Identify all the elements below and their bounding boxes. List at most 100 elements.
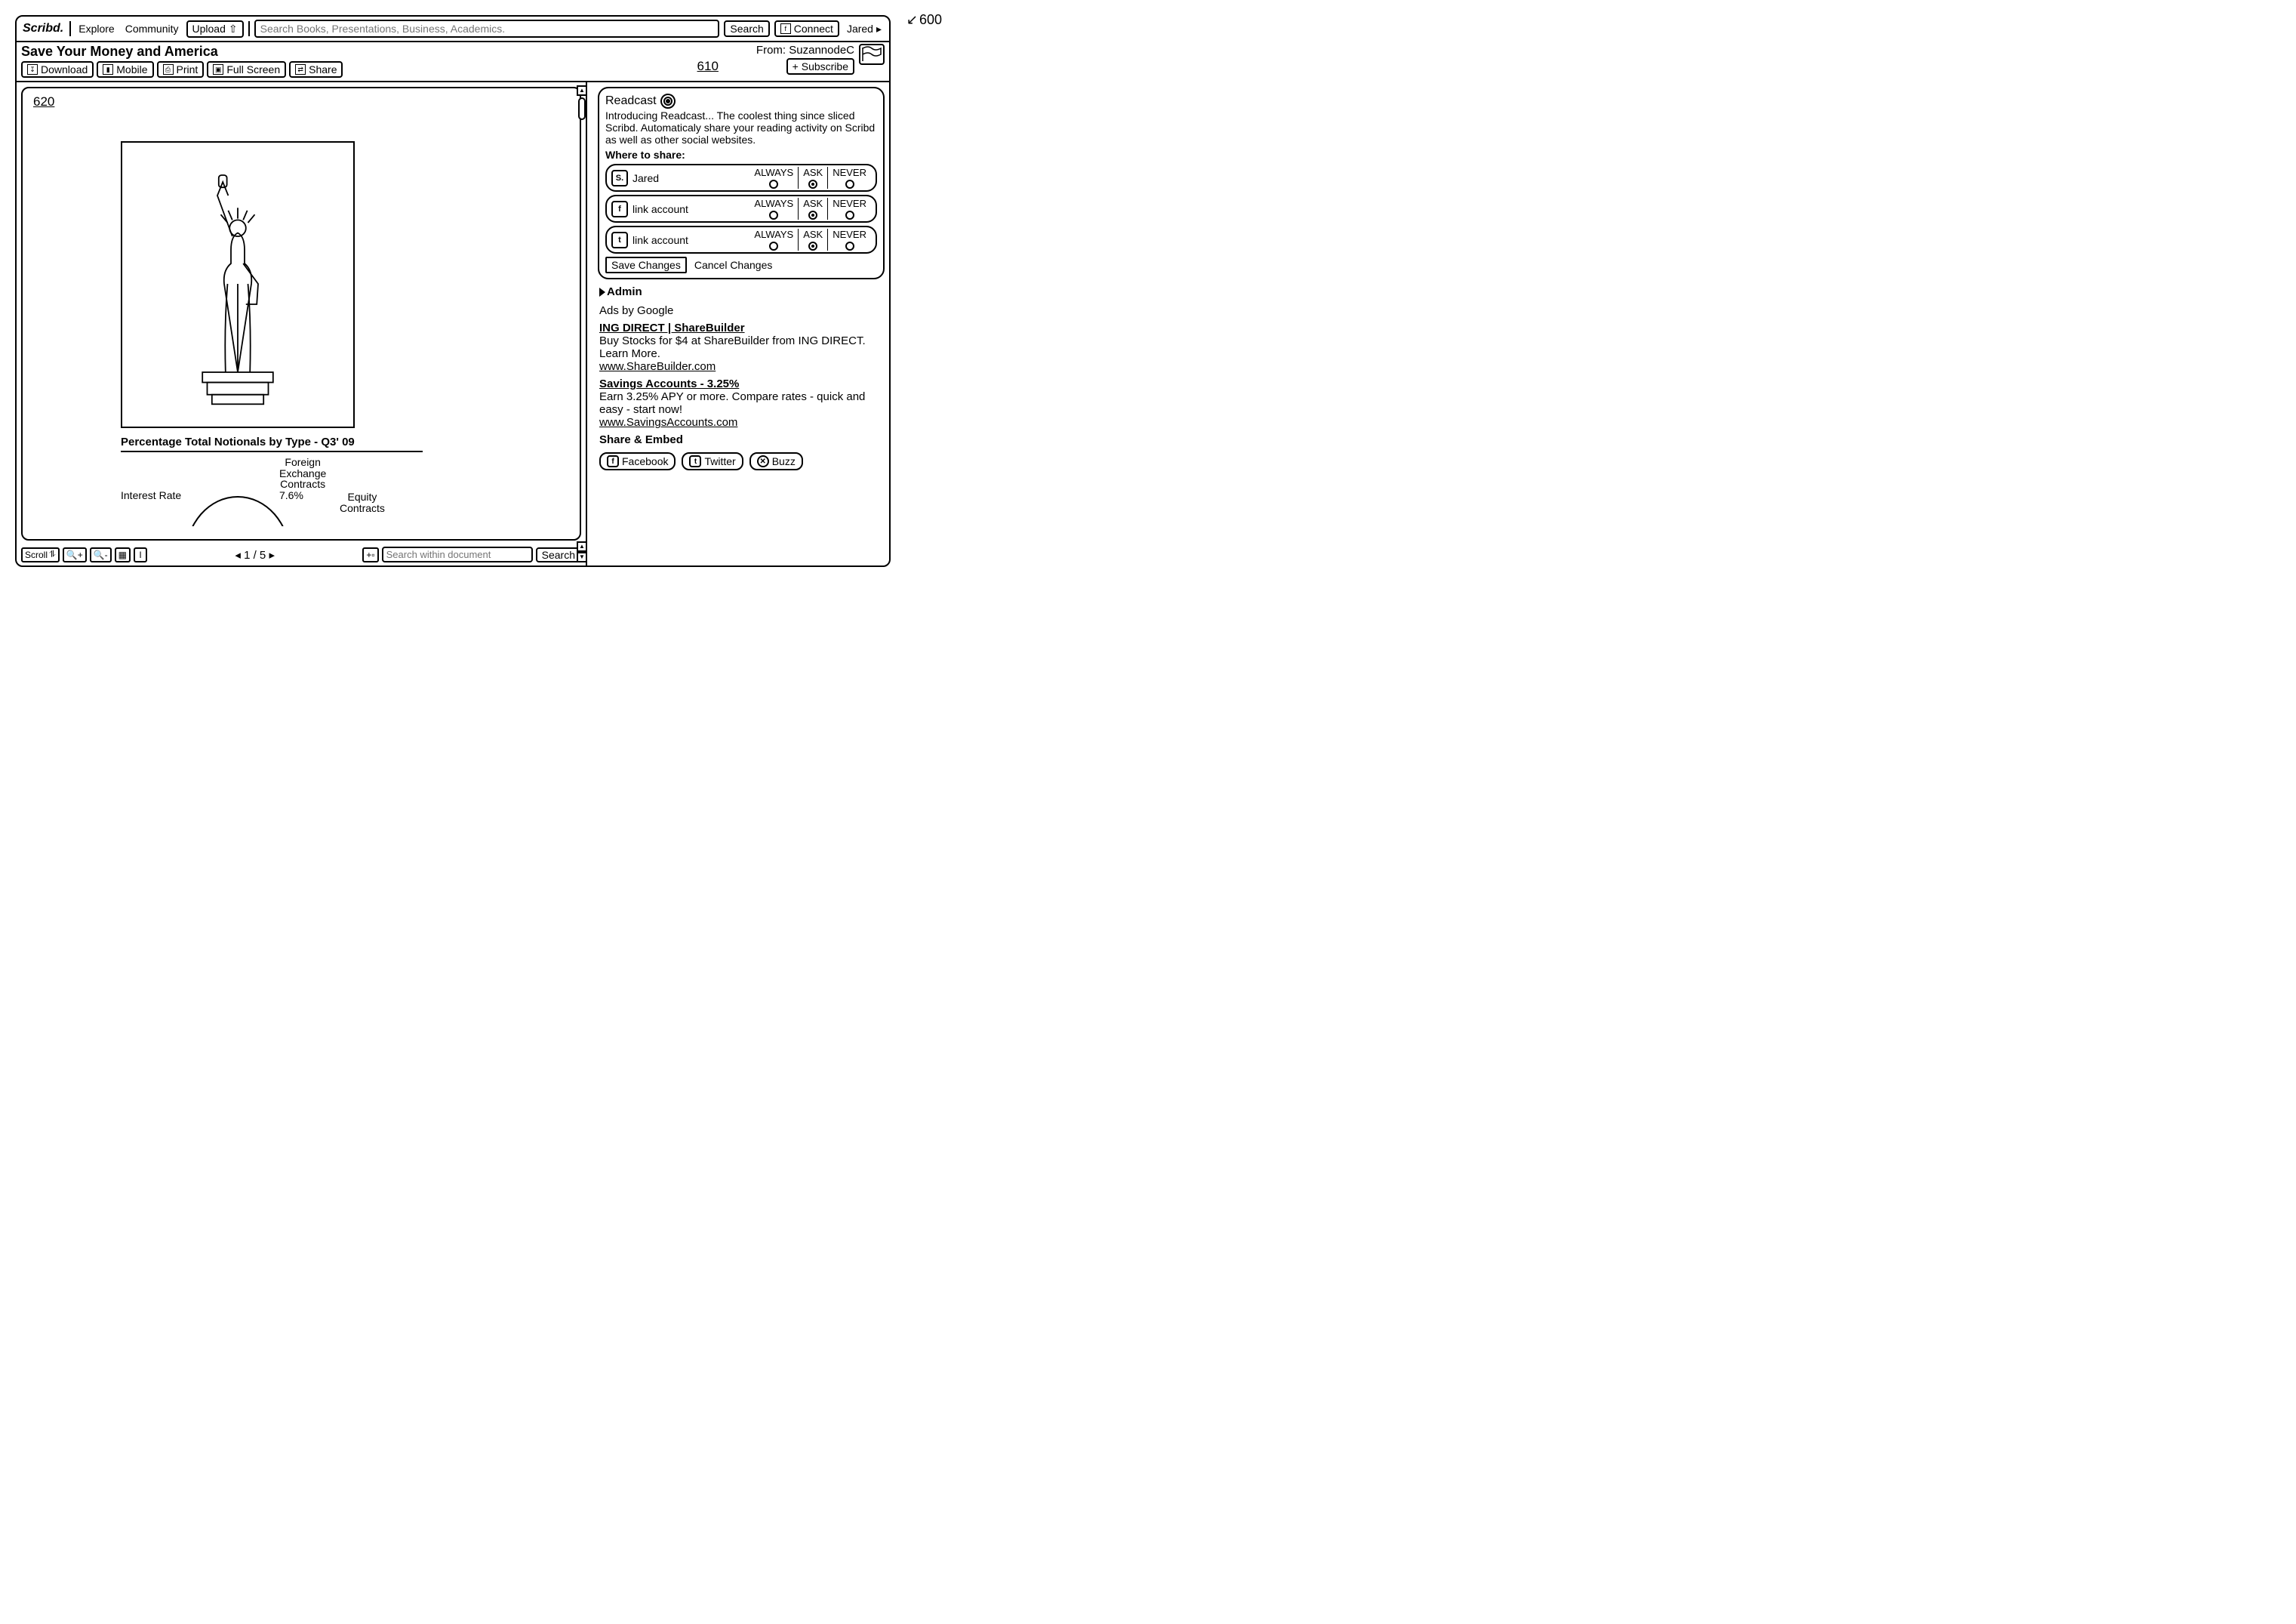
subscribe-button[interactable]: + Subscribe <box>786 58 854 75</box>
scroll-down-icon[interactable]: ▼ <box>577 552 587 562</box>
flag-icon[interactable] <box>859 44 885 65</box>
add-page-button[interactable]: +▫ <box>362 547 378 562</box>
dropdown-icon: ⥮ <box>49 549 56 560</box>
in-document-search-input[interactable] <box>382 547 533 562</box>
share-embed-buttons: fFacebook tTwitter ✕Buzz <box>599 452 883 470</box>
text-select-button[interactable]: I <box>134 547 147 562</box>
share-buzz-button[interactable]: ✕Buzz <box>749 452 803 470</box>
fullscreen-button[interactable]: ▣Full Screen <box>207 61 286 78</box>
ad1-title[interactable]: ING DIRECT | ShareBuilder <box>599 322 883 334</box>
share-icon: ⇄ <box>295 64 306 75</box>
share-row-label[interactable]: link account <box>632 234 688 246</box>
readcast-intro: Introducing Readcast... The coolest thin… <box>605 109 877 146</box>
nav-explore[interactable]: Explore <box>75 21 117 36</box>
download-icon: ↧ <box>27 64 38 75</box>
cancel-changes-link[interactable]: Cancel Changes <box>694 259 773 271</box>
connect-label: Connect <box>794 23 833 35</box>
option-ask[interactable]: ASK <box>798 198 827 220</box>
download-button[interactable]: ↧Download <box>21 61 94 78</box>
upload-button[interactable]: Upload ⇧ <box>186 20 244 38</box>
share-facebook-button[interactable]: fFacebook <box>599 452 676 470</box>
share-row-label[interactable]: link account <box>632 203 688 215</box>
admin-section[interactable]: Admin <box>599 285 883 298</box>
facebook-icon: f <box>780 23 791 34</box>
readcast-actions: Save Changes Cancel Changes <box>605 257 877 273</box>
scribd-icon: S. <box>611 170 628 186</box>
share-button[interactable]: ⇄Share <box>289 61 343 78</box>
option-never[interactable]: NEVER <box>827 229 871 251</box>
document-viewer[interactable]: 620 <box>21 87 581 541</box>
brand-logo[interactable]: Scribd. <box>21 22 65 35</box>
sidebar-scrollbar[interactable]: ▲ ▲ ▼ <box>577 85 587 562</box>
facebook-icon: f <box>611 201 628 217</box>
global-search-button[interactable]: Search <box>724 20 769 37</box>
share-option-group: ALWAYS ASK NEVER <box>749 198 871 220</box>
share-twitter-button[interactable]: tTwitter <box>682 452 743 470</box>
ad1-body: Buy Stocks for $4 at ShareBuilder from I… <box>599 334 883 360</box>
next-page-icon[interactable]: ▸ <box>269 549 275 562</box>
chart-area: Interest Rate Foreign Exchange Contracts… <box>121 451 423 526</box>
option-ask[interactable]: ASK <box>798 229 827 251</box>
print-button[interactable]: ⎙Print <box>157 61 205 78</box>
ad2-body: Earn 3.25% APY or more. Compare rates - … <box>599 390 883 416</box>
chart-title: Percentage Total Notionals by Type - Q3'… <box>121 436 355 448</box>
in-document-search-button[interactable]: Search <box>536 547 581 562</box>
share-option-group: ALWAYS ASK NEVER <box>749 167 871 189</box>
top-navbar: Scribd. Explore Community Upload ⇧ Searc… <box>17 17 889 42</box>
share-embed-heading: Share & Embed <box>599 433 883 446</box>
pie-arc <box>185 496 291 541</box>
document-actions: ↧Download ▮Mobile ⎙Print ▣Full Screen ⇄S… <box>21 61 697 78</box>
readcast-panel: Readcast Introducing Readcast... The coo… <box>598 87 885 279</box>
chart-label-interest: Interest Rate <box>121 490 181 501</box>
buzz-icon: ✕ <box>757 455 769 467</box>
share-option-group: ALWAYS ASK NEVER <box>749 229 871 251</box>
option-always[interactable]: ALWAYS <box>749 229 798 251</box>
save-changes-button[interactable]: Save Changes <box>605 257 687 273</box>
zoom-in-button[interactable]: 🔍+ <box>63 547 87 562</box>
ads-by-label: Ads by Google <box>599 304 883 317</box>
right-sidebar: ▲ ▲ ▼ Readcast Introducing Readcast... T… <box>587 82 889 565</box>
facebook-icon: f <box>607 455 619 467</box>
mobile-button[interactable]: ▮Mobile <box>97 61 153 78</box>
ad1-url[interactable]: www.ShareBuilder.com <box>599 360 883 373</box>
prev-page-icon[interactable]: ◂ <box>235 549 241 562</box>
figure-ref-610: 610 <box>697 59 719 74</box>
zoom-out-button[interactable]: 🔍- <box>90 547 112 562</box>
share-row-facebook: f link account ALWAYS ASK NEVER <box>605 195 877 223</box>
option-never[interactable]: NEVER <box>827 198 871 220</box>
where-to-share-label: Where to share: <box>605 149 877 161</box>
scroll-thumb[interactable] <box>578 97 586 120</box>
uploader-info: From: SuzannodeC <box>756 44 854 57</box>
option-always[interactable]: ALWAYS <box>749 167 798 189</box>
connect-button[interactable]: f Connect <box>774 20 839 37</box>
statue-of-liberty-illustration <box>122 143 353 427</box>
ads-section: Ads by Google ING DIRECT | ShareBuilder … <box>599 304 883 446</box>
broadcast-icon <box>660 93 676 109</box>
fullscreen-icon: ▣ <box>213 64 223 75</box>
share-row-scribd: S. Jared ALWAYS ASK NEVER <box>605 164 877 192</box>
scroll-up2-icon[interactable]: ▲ <box>577 541 587 552</box>
option-never[interactable]: NEVER <box>827 167 871 189</box>
option-ask[interactable]: ASK <box>798 167 827 189</box>
option-always[interactable]: ALWAYS <box>749 198 798 220</box>
chart-label-equity: Equity Contracts <box>340 492 385 513</box>
viewer-column: 620 <box>17 82 587 565</box>
view-mode-select[interactable]: Scroll ⥮ <box>21 547 60 562</box>
scroll-up-icon[interactable]: ▲ <box>577 85 587 96</box>
viewer-toolbar: Scroll ⥮ 🔍+ 🔍- ▦ I ◂ 1 / 5 ▸ +▫ Search <box>17 545 586 565</box>
share-row-label: Jared <box>632 172 659 184</box>
figure-ref-600: ↙600 <box>906 12 942 28</box>
upload-icon: ⇧ <box>229 23 238 35</box>
global-search-input[interactable] <box>254 20 720 38</box>
figure-ref-620: 620 <box>33 94 54 109</box>
divider <box>248 21 250 36</box>
readcast-title: Readcast <box>605 93 877 109</box>
ad2-url[interactable]: www.SavingsAccounts.com <box>599 416 883 429</box>
ad2-title[interactable]: Savings Accounts - 3.25% <box>599 377 883 390</box>
uploader-name[interactable]: SuzannodeC <box>789 44 854 57</box>
thumbnail-button[interactable]: ▦ <box>115 547 131 562</box>
upload-label: Upload <box>192 23 226 35</box>
twitter-icon: t <box>689 455 701 467</box>
user-menu[interactable]: Jared ▸ <box>844 23 885 35</box>
nav-community[interactable]: Community <box>122 21 182 36</box>
